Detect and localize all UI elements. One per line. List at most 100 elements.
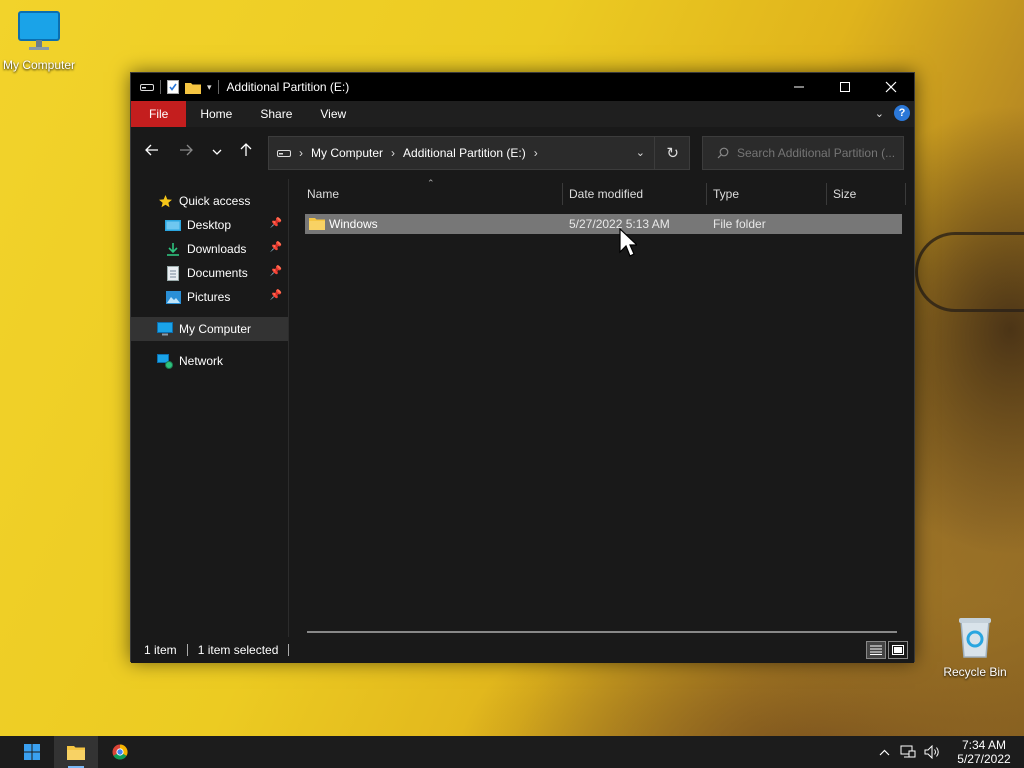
file-explorer-window: ▾ Additional Partition (E:) File Home Sh… [130,72,915,663]
minimize-button[interactable] [776,73,822,101]
back-button[interactable] [140,143,164,163]
navigation-bar: › My Computer › Additional Partition (E:… [131,127,914,179]
address-bar[interactable]: › My Computer › Additional Partition (E:… [268,136,690,170]
pin-icon[interactable]: 📌 [270,266,282,277]
mouse-cursor-icon [619,228,637,257]
sidebar-item-network[interactable]: Network [131,349,288,373]
sidebar-item-label: Network [179,354,224,368]
recent-locations-button[interactable] [205,143,229,163]
taskbar-file-explorer[interactable] [54,736,98,768]
ribbon-right-controls: ⌄ ? [875,105,910,121]
recycle-bin-icon [959,618,991,658]
sidebar-item-documents[interactable]: Documents 📌 [131,261,288,285]
toolbar-separator [160,80,161,94]
ribbon-tabs: File Home Share View ⌄ ? [131,101,914,127]
selection-count: 1 item selected [197,643,279,657]
desktop-icon-recycle-bin[interactable]: Recycle Bin [933,615,1017,679]
network-icon [157,353,173,369]
file-name: Windows [329,217,378,231]
quick-access-toolbar: ▾ [131,80,219,94]
status-bar: 1 item 1 item selected [131,637,914,663]
desktop-folder-icon [165,217,181,233]
network-status-icon[interactable] [896,736,920,768]
breadcrumb-chevron-icon[interactable]: › [534,146,538,160]
forward-button[interactable] [174,143,198,163]
pin-icon[interactable]: 📌 [270,242,282,253]
sidebar-item-pictures[interactable]: Pictures 📌 [131,285,288,309]
breadcrumb-chevron-icon[interactable]: › [299,146,303,160]
status-separator [186,644,188,656]
sidebar-item-my-computer[interactable]: My Computer [131,317,288,341]
volume-icon[interactable] [920,736,944,768]
item-count: 1 item [144,643,177,657]
column-header-date-modified[interactable]: Date modified [563,179,705,209]
sidebar-item-label: My Computer [179,322,252,336]
properties-icon[interactable] [167,80,179,94]
clock[interactable]: 7:34 AM 5/27/2022 [944,736,1024,768]
details-view-button[interactable] [866,641,886,659]
customize-toolbar-icon[interactable]: ▾ [207,82,212,93]
minimize-icon [794,86,804,88]
windows-logo-icon [24,744,40,760]
star-icon [157,193,173,209]
desktop-icon-my-computer[interactable]: My Computer [0,10,81,72]
tab-home[interactable]: Home [186,101,246,127]
horizontal-scrollbar[interactable] [307,631,897,633]
help-icon[interactable]: ? [894,105,910,121]
window-title: Additional Partition (E:) [226,80,350,94]
column-header-size[interactable]: Size [827,179,905,209]
taskbar: 7:34 AM 5/27/2022 [0,736,1024,768]
tab-share[interactable]: Share [246,101,306,127]
sidebar-item-label: Desktop [187,218,232,232]
pin-icon[interactable]: 📌 [270,218,282,229]
table-row[interactable]: Windows 5/27/2022 5:13 AM File folder [305,214,902,234]
column-header-name[interactable]: Name [301,179,556,209]
breadcrumb-additional-partition[interactable]: Additional Partition (E:) [403,146,526,160]
tab-file[interactable]: File [131,101,187,127]
start-button[interactable] [10,736,54,768]
address-divider [654,137,655,169]
column-header-type[interactable]: Type [707,179,825,209]
drive-icon [277,150,291,157]
sidebar-item-label: Pictures [187,290,231,304]
show-hidden-icons-icon[interactable] [872,736,896,768]
close-button[interactable] [868,73,914,101]
breadcrumb-my-computer[interactable]: My Computer [311,146,383,160]
tab-view[interactable]: View [306,101,360,127]
new-folder-icon[interactable] [185,81,201,94]
search-input[interactable] [737,146,897,160]
desktop-icon-label: Recycle Bin [943,665,1007,679]
up-button[interactable] [234,143,258,163]
address-history-dropdown-icon[interactable]: ⌄ [636,146,645,159]
search-box[interactable] [702,136,904,170]
chrome-icon [112,744,128,760]
sidebar-item-desktop[interactable]: Desktop 📌 [131,213,288,237]
column-separator[interactable] [905,183,906,205]
drive-icon [140,84,154,91]
document-icon [165,265,181,281]
desktop-icon-label: My Computer [2,58,76,72]
download-icon [165,241,181,257]
arrow-right-icon [180,144,193,156]
file-explorer-icon [67,745,85,760]
taskbar-chrome[interactable] [98,736,142,768]
file-type: File folder [713,217,766,231]
sidebar-item-quick-access[interactable]: Quick access [131,189,288,213]
breadcrumb-chevron-icon[interactable]: › [391,146,395,160]
large-icons-view-button[interactable] [888,641,908,659]
breadcrumb: › My Computer › Additional Partition (E:… [269,146,538,160]
chevron-down-icon [212,149,222,155]
sidebar-item-downloads[interactable]: Downloads 📌 [131,237,288,261]
status-separator [288,644,290,656]
sidebar-item-label: Quick access [179,194,251,208]
maximize-button[interactable] [822,73,868,101]
expand-ribbon-icon[interactable]: ⌄ [875,107,884,120]
refresh-icon[interactable]: ↻ [666,144,679,162]
details-view-icon [870,645,882,655]
pin-icon[interactable]: 📌 [270,290,282,301]
wallpaper-glasses [915,232,1024,312]
monitor-icon [157,321,173,337]
file-list: ⌃ Name Date modified Type Size Windows 5… [289,178,914,637]
title-bar[interactable]: ▾ Additional Partition (E:) [131,73,914,101]
clock-time: 7:34 AM [961,738,1007,752]
